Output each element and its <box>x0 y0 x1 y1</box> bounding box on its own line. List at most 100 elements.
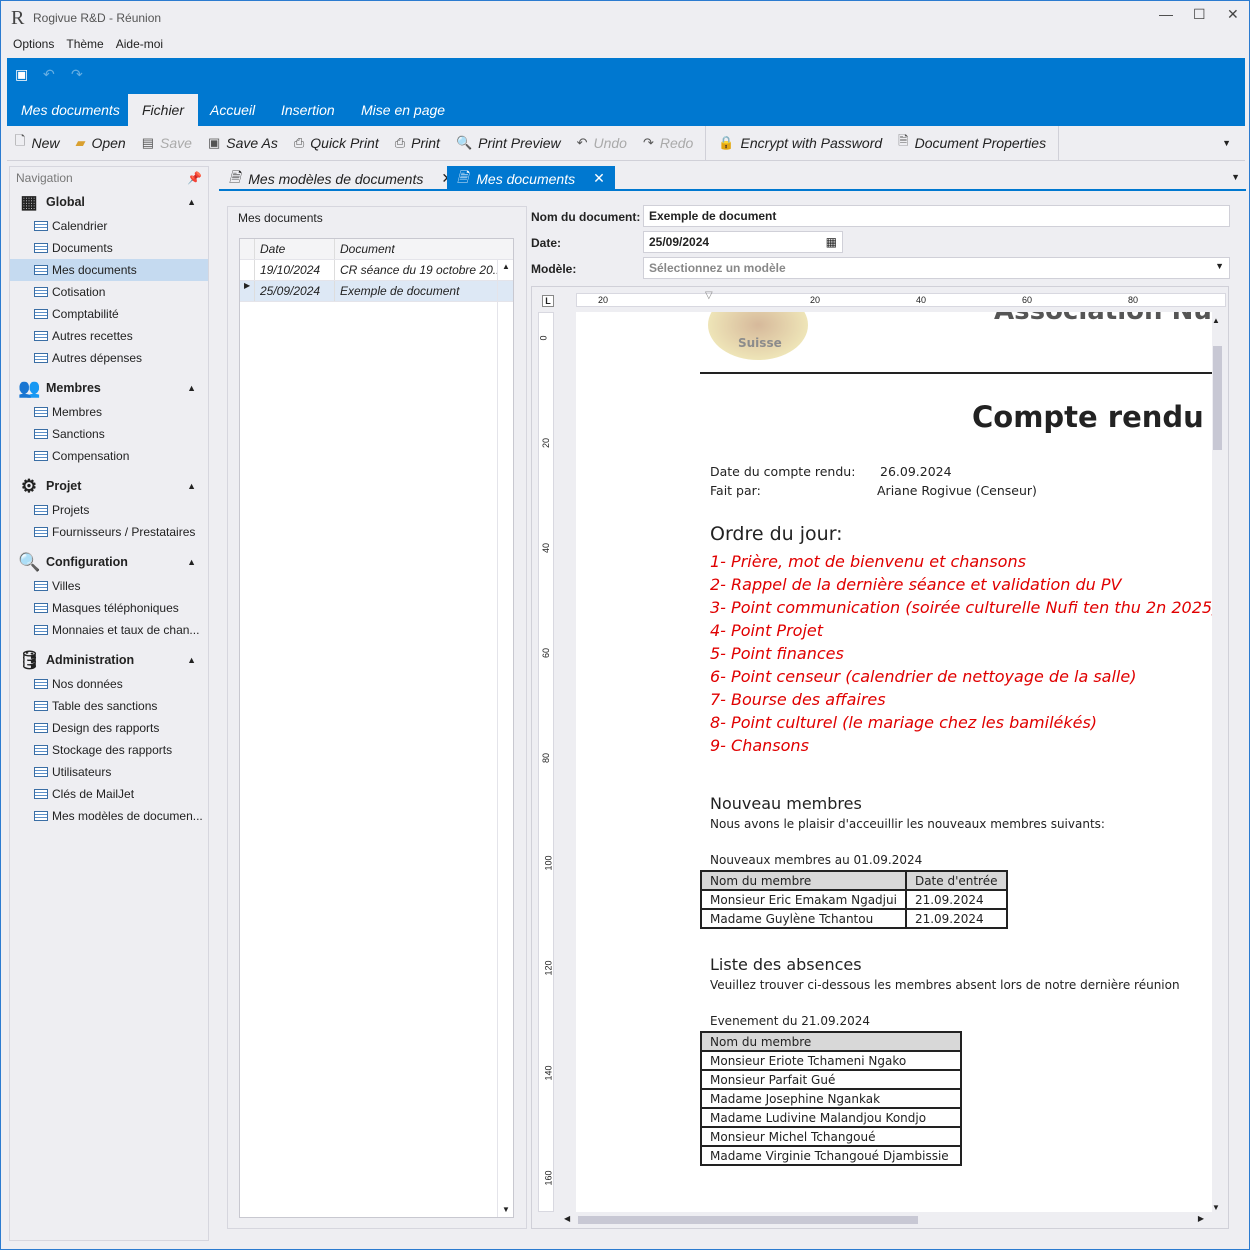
table-icon <box>34 745 48 755</box>
separator <box>1058 126 1060 160</box>
menu-help[interactable]: Aide-moi <box>116 37 163 51</box>
sidebar-item[interactable]: Table des sanctions <box>10 695 208 717</box>
collapse-icon[interactable]: ▲ <box>187 655 196 665</box>
table-icon <box>34 407 48 417</box>
group-icon: 🔍 <box>18 551 41 572</box>
nav-group-2[interactable]: ⚙ Projet ▲ <box>10 473 208 499</box>
sidebar-item[interactable]: Sanctions <box>10 423 208 445</box>
menu-theme[interactable]: Thème <box>66 37 103 51</box>
sidebar-item[interactable]: Mes documents <box>10 259 208 281</box>
column-date[interactable]: Date <box>255 239 335 259</box>
print-button[interactable]: ⎙ Print <box>387 135 448 151</box>
document-icon: 🗎 <box>457 168 469 185</box>
collapse-icon[interactable]: ▲ <box>187 197 196 207</box>
redo-icon[interactable]: ↷ <box>71 66 83 83</box>
sidebar-item[interactable]: Autres dépenses <box>10 347 208 369</box>
tab-accueil[interactable]: Accueil <box>196 94 269 126</box>
tab-mes-documents[interactable]: Mes documents <box>7 94 134 126</box>
scrollbar[interactable]: ▲ ▼ <box>497 259 513 1217</box>
sidebar-item-label: Autres recettes <box>52 329 133 343</box>
save-as-label: Save As <box>226 135 278 151</box>
table-icon <box>34 287 48 297</box>
sidebar-item[interactable]: Mes modèles de documen... <box>10 805 208 827</box>
sidebar-item[interactable]: Autres recettes <box>10 325 208 347</box>
collapse-icon[interactable]: ▲ <box>187 557 196 567</box>
sidebar-item-label: Comptabilité <box>52 307 119 321</box>
open-button[interactable]: ▰ Open <box>67 135 133 151</box>
sidebar-item[interactable]: Compensation <box>10 445 208 467</box>
minimize-button[interactable]: — <box>1159 6 1173 22</box>
nav-group-1[interactable]: 👥 Membres ▲ <box>10 375 208 401</box>
collapse-icon[interactable]: ▲ <box>187 481 196 491</box>
close-button[interactable]: ✕ <box>1227 6 1239 23</box>
sidebar-item[interactable]: Calendrier <box>10 215 208 237</box>
pin-icon[interactable]: 📌 <box>187 171 202 185</box>
sidebar-item[interactable]: Cotisation <box>10 281 208 303</box>
save-as-button[interactable]: ▣ Save As <box>200 135 286 151</box>
tab-mise-en-page[interactable]: Mise en page <box>347 94 459 126</box>
sidebar-item[interactable]: Villes <box>10 575 208 597</box>
association-seal: Suisse <box>708 312 808 360</box>
agenda-item: 6- Point censeur (calendrier de nettoyag… <box>710 667 1137 686</box>
quick-print-button[interactable]: ⎙ Quick Print <box>286 135 387 151</box>
tab-stop-icon[interactable]: L <box>542 295 554 307</box>
undo-button[interactable]: ↶ Undo <box>569 135 635 151</box>
tab-mes-modeles[interactable]: 🗎Mes modèles de documents✕ <box>219 166 463 191</box>
save-button[interactable]: ▤ Save <box>134 135 200 151</box>
nav-group-3[interactable]: 🔍 Configuration ▲ <box>10 549 208 575</box>
tab-insertion[interactable]: Insertion <box>267 94 349 126</box>
horizontal-scrollbar[interactable]: ◀ ▶ <box>562 1214 1212 1226</box>
tab-fichier[interactable]: Fichier <box>128 94 199 126</box>
new-members-caption: Nouveaux membres au 01.09.2024 <box>710 853 923 867</box>
table-row-selected[interactable]: ▶ 25/09/2024 Exemple de document <box>240 281 513 302</box>
encrypt-button[interactable]: 🔒 Encrypt with Password <box>710 135 890 151</box>
ruler-label: 160 <box>543 1170 554 1186</box>
sidebar-item-label: Masques téléphoniques <box>52 601 179 615</box>
sidebar-item[interactable]: Membres <box>10 401 208 423</box>
menu-options[interactable]: Options <box>13 37 54 51</box>
indent-marker-icon[interactable]: ▽ <box>705 290 713 301</box>
horizontal-ruler[interactable]: 20 20 40 60 80 ▽ <box>576 290 1226 307</box>
save-as-icon: ▣ <box>207 135 221 150</box>
author-value: Ariane Rogivue (Censeur) <box>877 483 1037 498</box>
sidebar-item[interactable]: Documents <box>10 237 208 259</box>
column-document[interactable]: Document <box>335 239 498 259</box>
agenda-item: 1- Prière, mot de bienvenu et chansons <box>710 552 1026 571</box>
document-properties-button[interactable]: 🗎 Document Properties <box>890 132 1054 154</box>
grid-header: Date Document <box>240 239 513 260</box>
collapse-icon[interactable]: ▲ <box>187 383 196 393</box>
vertical-scrollbar[interactable]: ▲ ▼ <box>1210 312 1224 1212</box>
table-icon <box>34 265 48 275</box>
close-icon[interactable]: ✕ <box>593 170 605 187</box>
chevron-down-icon[interactable]: ▼ <box>1231 172 1240 182</box>
name-input[interactable]: Exemple de document <box>643 205 1230 227</box>
sidebar-item[interactable]: Design des rapports <box>10 717 208 739</box>
sidebar-item[interactable]: Stockage des rapports <box>10 739 208 761</box>
undo-icon[interactable]: ↶ <box>43 66 55 83</box>
sidebar-item[interactable]: Projets <box>10 499 208 521</box>
model-select[interactable]: Sélectionnez un modèle ▼ <box>643 257 1230 279</box>
maximize-button[interactable]: ☐ <box>1193 6 1206 23</box>
new-button[interactable]: 🗋 New <box>7 132 67 154</box>
document-page[interactable]: Suisse Association Nufi Compte rendu de … <box>576 312 1212 1212</box>
print-preview-button[interactable]: 🔍 Print Preview <box>448 135 569 151</box>
tab-mes-documents-doc[interactable]: 🗎 Mes documents ✕ <box>447 166 615 191</box>
sidebar-item[interactable]: Utilisateurs <box>10 761 208 783</box>
calendar-icon[interactable]: ▦ <box>826 235 837 249</box>
properties-icon: 🗎 <box>898 133 909 148</box>
date-input[interactable]: 25/09/2024 ▦ <box>643 231 843 253</box>
sidebar-item[interactable]: Comptabilité <box>10 303 208 325</box>
sidebar-item[interactable]: Fournisseurs / Prestataires <box>10 521 208 543</box>
header-cell: Nom du membre <box>700 1031 962 1052</box>
redo-button[interactable]: ↷ Redo <box>635 135 701 151</box>
nav-group-0[interactable]: ▦ Global ▲ <box>10 189 208 215</box>
table-row[interactable]: 19/10/2024 CR séance du 19 octobre 20... <box>240 260 513 281</box>
save-as-icon[interactable]: ▣ <box>15 66 28 83</box>
sidebar-item[interactable]: Masques téléphoniques <box>10 597 208 619</box>
chevron-down-icon[interactable]: ▼ <box>1222 138 1231 148</box>
nav-group-4[interactable]: 🛢 Administration ▲ <box>10 647 208 673</box>
sidebar-item[interactable]: Monnaies et taux de chan... <box>10 619 208 641</box>
vertical-ruler[interactable]: 0 20 40 60 80 100 120 140 160 <box>538 312 554 1212</box>
sidebar-item[interactable]: Clés de MailJet <box>10 783 208 805</box>
sidebar-item[interactable]: Nos données <box>10 673 208 695</box>
